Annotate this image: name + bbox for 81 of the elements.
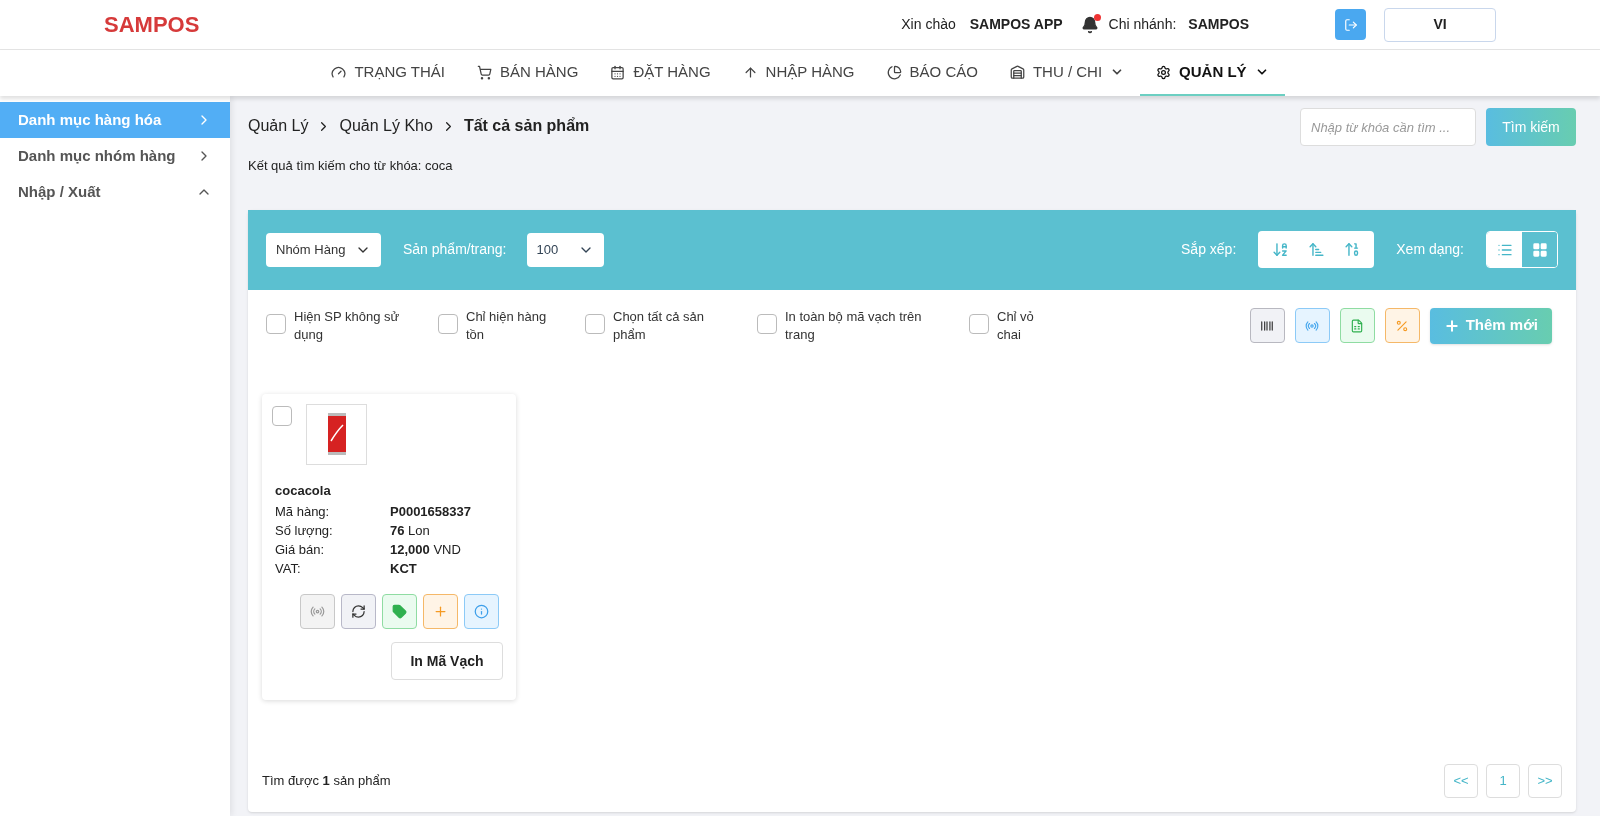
percent-icon — [1395, 318, 1410, 333]
checkbox[interactable] — [585, 313, 605, 334]
spreadsheet-icon — [1350, 318, 1365, 333]
sort-numeric-icon — [1343, 241, 1361, 258]
search-result-text: Kết quả tìm kiếm cho từ khóa: coca — [248, 157, 454, 175]
print-barcode-button[interactable]: In Mã Vạch — [391, 642, 503, 680]
branch-name: SAMPOS — [1188, 15, 1249, 34]
tag-icon — [392, 604, 407, 619]
filter-label: Chọn tất cả sản phẩm — [613, 307, 706, 344]
gauge-icon — [331, 64, 347, 80]
info-icon — [474, 604, 489, 619]
per-page-select[interactable]: 100 — [526, 232, 604, 267]
sidebar-item[interactable]: Danh mục nhóm hàng — [0, 138, 230, 174]
logo[interactable]: SAMPOS — [104, 8, 200, 41]
user-name: SAMPOS APP — [969, 15, 1063, 34]
field-label: Số lượng: — [275, 522, 334, 540]
breadcrumb-item: Tất cả sản phẩm — [463, 116, 590, 136]
group-select[interactable]: Nhóm Hàng — [266, 232, 381, 267]
checkbox[interactable] — [266, 313, 286, 334]
view-mode-label: Xem dạng: — [1396, 240, 1464, 259]
barcode-icon — [1260, 318, 1275, 333]
nav-tab[interactable]: BÁN HÀNG — [461, 50, 595, 96]
field-value: 12,000 VND — [390, 541, 462, 559]
field-value: P0001658337 — [390, 503, 472, 521]
can-drawing — [326, 411, 347, 457]
bell-icon[interactable] — [1080, 15, 1099, 34]
filter-label: In toàn bộ mã vạch trên trang — [785, 307, 923, 344]
logout-icon — [1343, 17, 1358, 32]
filter-label: Hiện SP không sử dụng — [294, 307, 401, 344]
field-label: VAT: — [275, 560, 302, 578]
filter-label: Chỉ vỏ chai — [997, 307, 1035, 344]
signal-icon — [1305, 318, 1320, 333]
grid-icon — [1531, 241, 1548, 258]
tag-button[interactable] — [382, 594, 417, 629]
settings-icon — [1156, 64, 1172, 80]
add-button[interactable] — [423, 594, 458, 629]
checkbox[interactable] — [272, 405, 292, 426]
pie-chart-icon — [886, 64, 902, 80]
plus-icon — [433, 604, 448, 619]
field-value: 76 Lon — [390, 522, 431, 540]
sidebar-item[interactable]: Nhập / Xuất — [0, 174, 230, 210]
discount-button[interactable] — [1384, 308, 1420, 343]
signal-icon — [310, 604, 325, 619]
filter-label: Chỉ hiện hàng tồn — [466, 307, 548, 344]
product-name: cocacola — [275, 481, 332, 500]
sort-alpha-icon — [1271, 241, 1289, 258]
checkbox[interactable] — [438, 313, 458, 334]
logout-button[interactable] — [1335, 9, 1366, 40]
checkbox[interactable] — [757, 313, 777, 334]
field-value: KCT — [390, 560, 418, 578]
sort-label: Sắp xếp: — [1181, 240, 1237, 259]
checkbox[interactable] — [969, 313, 989, 334]
refresh-button[interactable] — [341, 594, 376, 629]
plus-icon — [1443, 317, 1460, 334]
nav-tab[interactable]: NHẬP HÀNG — [726, 50, 871, 96]
calendar-icon — [610, 64, 626, 80]
info-button[interactable] — [464, 594, 499, 629]
field-label: Giá bán: — [275, 541, 326, 559]
sort-ascending-icon — [1307, 241, 1325, 258]
warehouse-icon — [1009, 64, 1025, 80]
branch-label: Chi nhánh: — [1108, 15, 1177, 34]
result-count-text: Tìm được 1 sản phẩm — [262, 772, 391, 791]
search-field[interactable]: Nhập từ khóa cần tìm ... — [1300, 108, 1476, 146]
breadcrumb-item[interactable]: Quản Lý Kho — [339, 114, 433, 138]
signal-button[interactable] — [1294, 308, 1330, 343]
refresh-icon — [351, 604, 366, 619]
nav-tab[interactable]: THU / CHI — [993, 50, 1141, 96]
greeting-text: Xin chào — [901, 15, 956, 34]
cart-icon — [477, 64, 492, 80]
excel-button[interactable] — [1339, 308, 1375, 343]
per-page-label: Sản phẩm/trang: — [403, 240, 507, 259]
language-button[interactable]: VI — [1384, 7, 1496, 42]
nav-tab[interactable]: QUẢN LÝ — [1140, 50, 1285, 96]
nav-tab[interactable]: BÁO CÁO — [870, 50, 994, 96]
field-label: Mã hàng: — [275, 503, 331, 521]
barcode-button[interactable] — [1249, 308, 1285, 343]
nav-tab[interactable]: TRẠNG THÁI — [315, 50, 461, 96]
view-mode-button[interactable] — [1487, 232, 1522, 267]
nav-tab[interactable]: ĐẶT HÀNG — [594, 50, 727, 96]
breadcrumb-item[interactable]: Quản Lý — [248, 114, 309, 138]
signal-button[interactable] — [300, 594, 335, 629]
